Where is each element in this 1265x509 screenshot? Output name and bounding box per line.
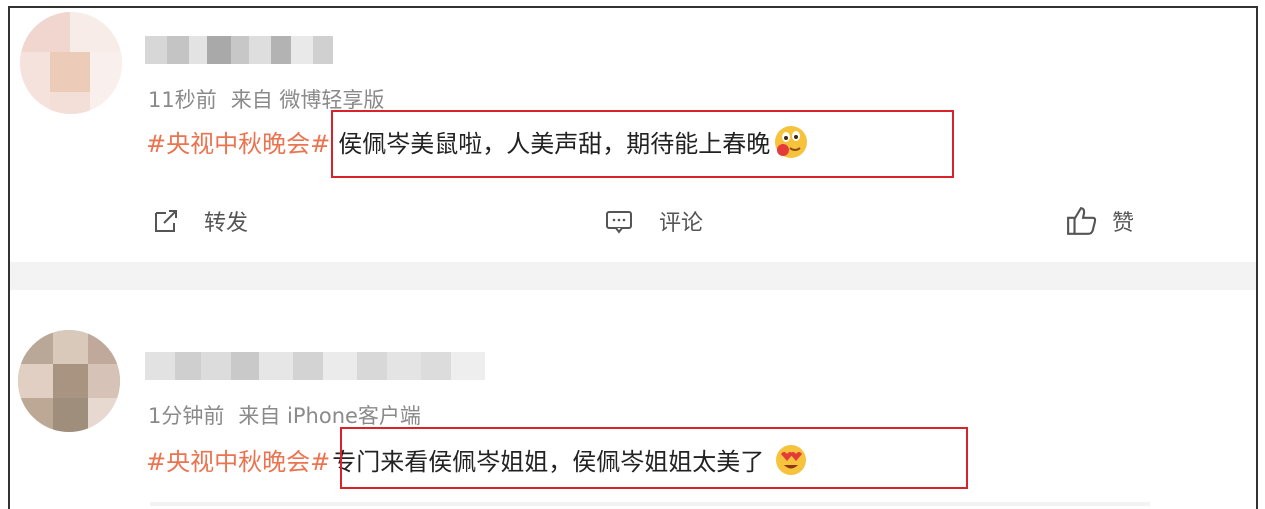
- hashtag-link[interactable]: #央视中秋晚会#: [146, 442, 330, 477]
- avatar[interactable]: [20, 12, 122, 114]
- comment-icon: [606, 211, 632, 234]
- comment-label: 评论: [659, 211, 704, 236]
- username-blurred[interactable]: [145, 36, 333, 64]
- comment-button[interactable]: 评论: [605, 205, 703, 237]
- comment-divider: [10, 262, 1256, 290]
- avatar[interactable]: [18, 330, 120, 432]
- hashtag-link[interactable]: #央视中秋晚会#: [146, 124, 330, 159]
- highlight-box: [331, 110, 954, 178]
- username-blurred[interactable]: [145, 352, 485, 380]
- repost-label: 转发: [204, 211, 249, 236]
- source-label: 来自 微博轻享版: [230, 88, 385, 112]
- like-button[interactable]: 赞: [1066, 205, 1134, 237]
- source-label: 来自 iPhone客户端: [238, 404, 421, 428]
- comment-meta: 1分钟前 来自 iPhone客户端: [148, 400, 421, 430]
- like-label: 赞: [1112, 211, 1135, 236]
- timestamp: 1分钟前: [148, 404, 225, 428]
- thumbs-up-icon: [1067, 207, 1097, 235]
- timestamp: 11秒前: [148, 88, 217, 112]
- highlight-box: [340, 427, 968, 489]
- repost-button[interactable]: 转发: [152, 205, 248, 237]
- next-row-hint: [150, 502, 1150, 506]
- repost-icon: [155, 210, 177, 232]
